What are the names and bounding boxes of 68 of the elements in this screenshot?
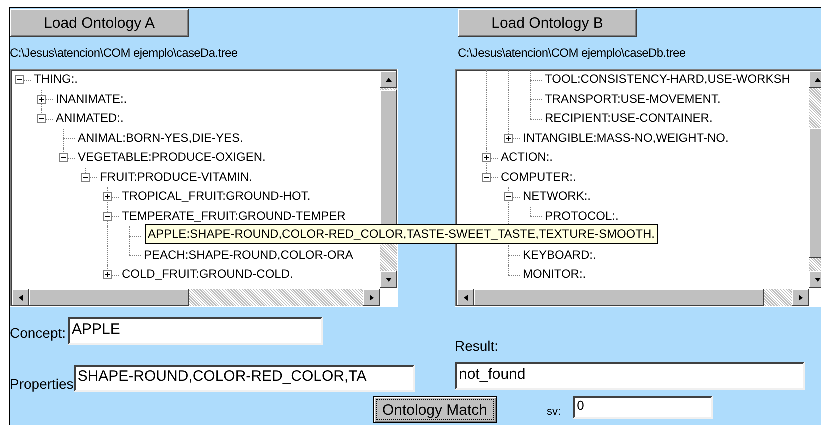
tree-item[interactable]: INANIMATE:. [55, 92, 128, 107]
tree-item[interactable]: THING:. [33, 72, 79, 88]
tree-item[interactable]: ANIMATED:. [55, 111, 125, 126]
plus-box-icon[interactable] [37, 94, 46, 104]
right-arrow-icon [796, 294, 804, 302]
tree-item[interactable]: COMPUTER:. [500, 170, 578, 185]
scroll-thumb[interactable] [29, 289, 189, 306]
left-arrow-icon [462, 294, 470, 302]
load-ontology-button[interactable]: Load Ontology B [458, 9, 637, 37]
concept-label: Concept: [10, 325, 66, 341]
up-arrow-icon [384, 76, 392, 84]
tree-item[interactable]: INTANGIBLE:MASS-NO,WEIGHT-NO. [522, 130, 730, 146]
minus-box-icon[interactable] [103, 212, 112, 220]
scroll-right-button[interactable] [792, 289, 809, 306]
scroll-right-button[interactable] [363, 289, 380, 306]
tree-item[interactable]: PEACH:SHAPE-ROUND,COLOR-ORA [143, 248, 354, 263]
plus-box-icon[interactable] [103, 270, 112, 279]
down-arrow-icon [814, 276, 821, 284]
plus-box-icon[interactable] [504, 134, 513, 142]
input-field[interactable]: SHAPE-ROUND,COLOR-RED_COLOR,TA [74, 365, 415, 392]
scroll-up-button[interactable] [380, 71, 397, 88]
scroll-down-button[interactable] [809, 271, 821, 288]
tree-item[interactable]: TEMPERATE_FRUIT:GROUND-TEMPER [121, 208, 347, 224]
scroll-left-button[interactable] [12, 289, 29, 306]
scroll-thumb[interactable] [474, 289, 764, 306]
properties-label: Properties [10, 376, 74, 392]
minus-box-icon[interactable] [59, 153, 68, 162]
scroll-thumb[interactable] [809, 128, 821, 258]
input-field[interactable]: APPLE [68, 317, 324, 345]
plus-box-icon[interactable] [103, 192, 112, 201]
minus-box-icon[interactable] [482, 172, 491, 182]
tree-item[interactable]: NETWORK:. [522, 189, 592, 204]
up-arrow-icon [814, 76, 821, 84]
input-field[interactable]: not_found [455, 362, 805, 390]
tree-item[interactable]: KEYBOARD:. [522, 248, 598, 263]
tree-item[interactable]: VEGETABLE:PRODUCE-OXIGEN. [77, 150, 267, 166]
minus-box-icon[interactable] [37, 114, 46, 123]
left-arrow-icon [16, 294, 24, 302]
input-field[interactable]: 0 [573, 396, 714, 419]
tree-item[interactable]: ANIMAL:BORN-YES,DIE-YES. [77, 130, 244, 146]
tree-item[interactable]: PROTOCOL:. [544, 208, 620, 224]
plus-box-icon[interactable] [482, 153, 491, 162]
horizontal-scrollbar[interactable] [12, 289, 380, 306]
scroll-left-button[interactable] [457, 289, 474, 306]
tree-item[interactable]: ACTION:. [500, 150, 554, 166]
file-path: C:\Jesus\atencion\COM ejemplo\caseDa.tree [10, 46, 239, 60]
tree-item[interactable]: FRUIT:PRODUCE-VITAMIN. [99, 170, 254, 185]
tree-item[interactable]: MONITOR:. [522, 267, 588, 282]
minus-box-icon[interactable] [504, 192, 513, 201]
horizontal-scrollbar[interactable] [457, 289, 809, 306]
tree-item[interactable]: TOOL:CONSISTENCY-HARD,USE-WORKSH [544, 72, 792, 88]
tree-item[interactable]: RECIPIENT:USE-CONTAINER. [544, 111, 714, 126]
vertical-scrollbar[interactable] [809, 71, 821, 288]
sv-label: sv: [547, 405, 562, 420]
tree-item[interactable]: COLD_FRUIT:GROUND-COLD. [121, 267, 294, 282]
scroll-down-button[interactable] [380, 271, 397, 288]
tree-item[interactable]: TROPICAL_FRUIT:GROUND-HOT. [121, 189, 312, 204]
load-ontology-button[interactable]: Load Ontology A [10, 9, 189, 37]
tooltip: APPLE:SHAPE-ROUND,COLOR-RED_COLOR,TASTE-SWEET_TASTE,TEXTURE-SMOOTH. [145, 224, 658, 244]
minus-box-icon[interactable] [81, 172, 90, 182]
down-arrow-icon [384, 276, 392, 284]
ontology-match-button[interactable]: Ontology Match [373, 396, 497, 423]
right-arrow-icon [368, 294, 376, 302]
file-path: C:\Jesus\atencion\COM ejemplo\caseDb.tree [458, 46, 687, 60]
minus-box-icon[interactable] [15, 75, 24, 84]
result-label: Result: [455, 338, 500, 354]
tree-item[interactable]: TRANSPORT:USE-MOVEMENT. [544, 92, 722, 107]
scroll-up-button[interactable] [809, 71, 821, 88]
